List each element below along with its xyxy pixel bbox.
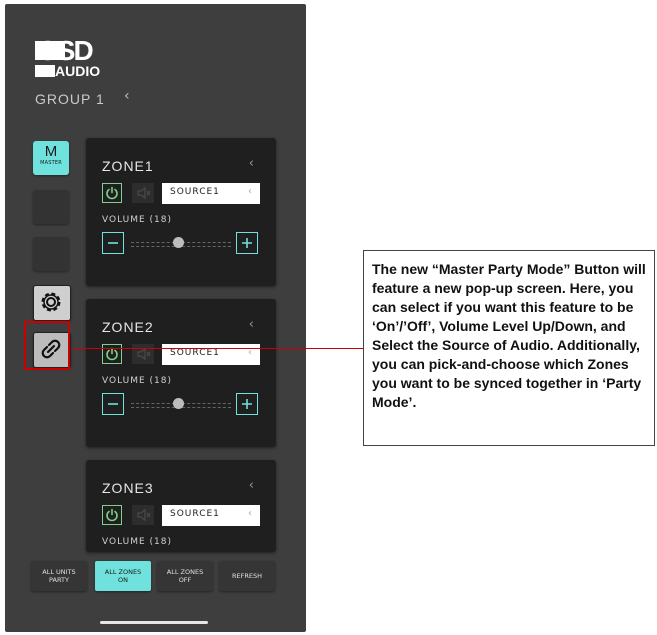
zone-card-2: ZONE2 ‹ SOURCE1 ‹ VOLUME (18)	[86, 299, 276, 447]
mute-button[interactable]	[132, 183, 154, 203]
all-zones-on-button[interactable]: ALL ZONES ON	[95, 561, 151, 591]
group-chevron-icon[interactable]: ‹	[124, 88, 130, 104]
zone-title: ZONE1	[102, 158, 154, 174]
chevron-icon: ‹	[248, 186, 252, 197]
volume-up-button[interactable]	[236, 393, 258, 415]
chevron-icon: ‹	[248, 508, 252, 519]
osd-audio-logo: OSD AUDIO	[35, 35, 111, 80]
group-title: GROUP 1	[35, 91, 105, 107]
button-label-line1: ALL UNITS	[42, 568, 76, 576]
blank-button-1[interactable]	[33, 190, 69, 224]
mute-button[interactable]	[132, 505, 154, 525]
bottom-action-bar: ALL UNITS PARTY ALL ZONES ON ALL ZONES OFF …	[31, 561, 279, 591]
master-letter: M	[44, 143, 58, 160]
volume-slider-handle[interactable]	[173, 398, 184, 409]
mute-button[interactable]	[132, 344, 154, 364]
volume-up-button[interactable]	[236, 232, 258, 254]
zone-title: ZONE2	[102, 319, 154, 335]
refresh-button[interactable]: REFRESH	[219, 561, 275, 591]
source-select[interactable]: SOURCE1 ‹	[162, 505, 260, 526]
callout-text: The new “Master Party Mode” Button will …	[372, 261, 646, 410]
power-button[interactable]	[102, 344, 122, 364]
callout-box: The new “Master Party Mode” Button will …	[363, 250, 655, 446]
all-zones-off-button[interactable]: ALL ZONES OFF	[157, 561, 213, 591]
highlight-box	[24, 321, 70, 370]
button-label-line1: ALL ZONES	[166, 568, 204, 576]
plus-icon	[242, 399, 252, 409]
source-value: SOURCE1	[170, 187, 220, 197]
button-label-line2: OFF	[178, 576, 192, 584]
minus-icon	[108, 242, 118, 244]
power-icon	[106, 508, 118, 522]
source-value: SOURCE1	[170, 509, 220, 519]
speaker-icon	[137, 508, 151, 522]
zone-chevron-icon[interactable]: ‹	[249, 478, 254, 493]
master-button[interactable]: M MASTER	[33, 141, 69, 175]
blank-button-2[interactable]	[33, 237, 69, 271]
zone-chevron-icon[interactable]: ‹	[249, 317, 254, 332]
volume-label: VOLUME (18)	[102, 215, 173, 225]
power-icon	[106, 186, 118, 200]
button-label-line1: ALL ZONES	[104, 568, 142, 576]
power-button[interactable]	[102, 505, 122, 525]
all-units-party-button[interactable]: ALL UNITS PARTY	[31, 561, 87, 591]
app-screen: OSD AUDIO GROUP 1 ‹ M MASTER ZONE1 ‹ SOU…	[5, 4, 306, 632]
logo-text-bottom: AUDIO	[55, 63, 101, 79]
logo-text-top: OSD	[37, 35, 94, 66]
button-label-line2: PARTY	[49, 576, 69, 584]
speaker-icon	[137, 347, 151, 361]
power-button[interactable]	[102, 183, 122, 203]
button-label: REFRESH	[232, 572, 262, 580]
home-indicator	[100, 621, 208, 624]
callout-connector-line	[71, 348, 363, 349]
gear-icon	[41, 292, 61, 312]
volume-label: VOLUME (18)	[102, 376, 173, 386]
speaker-icon	[137, 186, 151, 200]
volume-down-button[interactable]	[102, 232, 124, 254]
volume-down-button[interactable]	[102, 393, 124, 415]
button-label-line2: ON	[118, 576, 128, 584]
zone-card-1: ZONE1 ‹ SOURCE1 ‹ VOLUME (18)	[86, 138, 276, 286]
zone-chevron-icon[interactable]: ‹	[249, 156, 254, 171]
settings-button[interactable]	[33, 285, 71, 321]
zone-title: ZONE3	[102, 480, 154, 496]
master-label: MASTER	[40, 160, 62, 166]
minus-icon	[108, 403, 118, 405]
source-value: SOURCE1	[170, 348, 220, 358]
volume-label: VOLUME (18)	[102, 537, 173, 547]
zone-card-3: ZONE3 ‹ SOURCE1 ‹ VOLUME (18)	[86, 460, 276, 552]
source-select[interactable]: SOURCE1 ‹	[162, 183, 260, 204]
volume-slider-handle[interactable]	[173, 237, 184, 248]
plus-icon	[242, 238, 252, 248]
